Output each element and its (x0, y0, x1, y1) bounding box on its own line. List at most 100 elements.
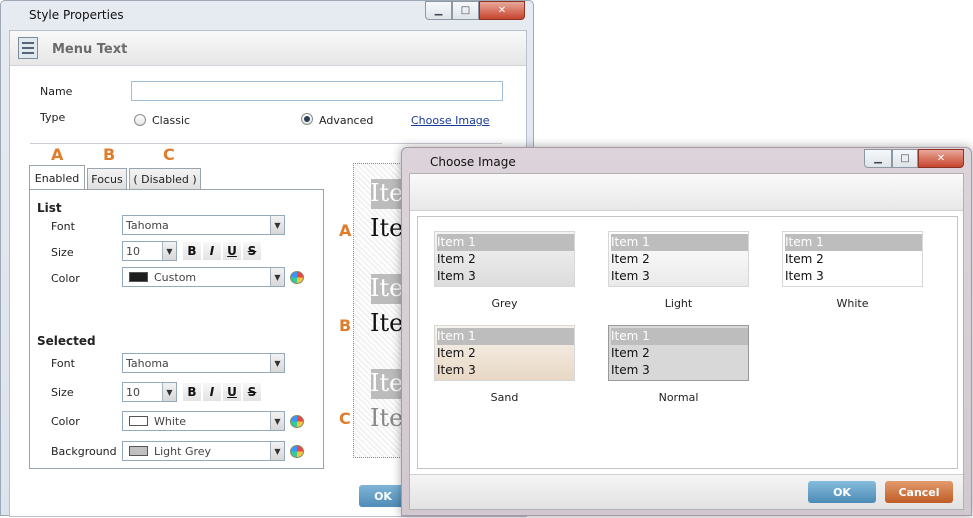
chevron-down-icon: ▼ (270, 268, 284, 286)
advanced-radio[interactable] (301, 113, 313, 125)
list-size-value: 10 (126, 245, 140, 258)
selected-background-value: Light Grey (154, 445, 212, 458)
list-font-dropdown[interactable]: Tahoma ▼ (122, 215, 285, 235)
choose-image-dialog: Choose Image ▁ □ ✕ Item 1 Item 2 Item 3 … (401, 147, 972, 516)
tab-disabled[interactable]: ( Disabled ) (129, 168, 201, 190)
theme-thumbnail-light[interactable]: Item 1 Item 2 Item 3 (608, 231, 749, 287)
list-item: Item 3 (611, 363, 650, 377)
theme-caption-grey: Grey (491, 297, 518, 310)
maximize-button[interactable]: □ (452, 1, 479, 20)
selected-italic-button[interactable]: I (203, 383, 221, 401)
theme-caption-light: Light (664, 297, 693, 310)
window-title: Style Properties (29, 8, 124, 22)
selected-font-label: Font (51, 357, 75, 370)
advanced-radio-label: Advanced (319, 114, 374, 127)
choose-image-link[interactable]: Choose Image (411, 114, 490, 127)
color-palette-icon[interactable] (290, 415, 304, 428)
list-size-dropdown[interactable]: 10 ▼ (122, 241, 177, 261)
list-strike-button[interactable]: S (243, 242, 261, 260)
close-icon: ✕ (936, 153, 946, 164)
selected-size-dropdown[interactable]: 10 ▼ (122, 382, 177, 402)
dialog-cancel-button[interactable]: Cancel (885, 481, 953, 503)
preview-text-b2: Ite (370, 309, 404, 337)
dialog-header-bar (410, 174, 963, 211)
selected-bold-button[interactable]: B (183, 383, 201, 401)
list-item: Item 1 (437, 328, 574, 345)
tab-enabled[interactable]: Enabled (29, 165, 85, 190)
chevron-down-icon: ▼ (162, 242, 176, 260)
theme-caption-sand: Sand (490, 391, 519, 404)
list-color-swatch (129, 272, 148, 282)
dialog-footer: OK Cancel (410, 474, 963, 509)
preview-label-c: C (339, 409, 351, 428)
selected-size-value: 10 (126, 386, 140, 399)
selected-font-dropdown[interactable]: Tahoma ▼ (122, 353, 285, 373)
maximize-icon: □ (900, 153, 910, 164)
theme-thumbnail-normal[interactable]: Item 1 Item 2 Item 3 (608, 325, 749, 381)
list-item: Item 2 (437, 346, 476, 360)
list-item: Item 1 (611, 234, 748, 251)
theme-thumbnail-sand[interactable]: Item 1 Item 2 Item 3 (434, 325, 575, 381)
header-title: Menu Text (52, 42, 128, 57)
state-letter-c: C (163, 145, 175, 164)
selected-color-swatch (129, 416, 148, 426)
dialog-close-button[interactable]: ✕ (918, 149, 964, 168)
list-item: Item 2 (785, 252, 824, 266)
list-item: Item 1 (611, 328, 748, 345)
preview-text-c2: Ite (370, 404, 404, 432)
theme-caption-normal: Normal (658, 391, 699, 404)
dialog-window-controls: ▁ □ ✕ (864, 149, 964, 168)
selected-color-dropdown[interactable]: White ▼ (122, 411, 285, 431)
header-bar: Menu Text (10, 31, 526, 66)
dialog-maximize-button[interactable]: □ (892, 149, 918, 168)
dialog-ok-button[interactable]: OK (808, 481, 876, 503)
theme-thumbnail-white[interactable]: Item 1 Item 2 Item 3 (782, 231, 923, 287)
selected-font-value: Tahoma (126, 357, 169, 370)
list-item: Item 1 (785, 234, 922, 251)
chevron-down-icon: ▼ (270, 412, 284, 430)
preview-label-b: B (339, 316, 352, 335)
selected-size-label: Size (51, 386, 74, 399)
preview-text-a2: Ite (370, 214, 404, 242)
state-letter-a: A (51, 145, 64, 164)
tab-focus[interactable]: Focus (87, 168, 127, 190)
theme-grid: Item 1 Item 2 Item 3 Grey Item 1 Item 2 … (417, 216, 958, 469)
list-color-value: Custom (154, 271, 197, 284)
color-palette-icon[interactable] (290, 445, 304, 458)
state-letter-b: B (103, 145, 116, 164)
close-icon: ✕ (497, 5, 507, 16)
dialog-minimize-button[interactable]: ▁ (864, 149, 892, 168)
selected-background-swatch (129, 446, 148, 456)
list-font-value: Tahoma (126, 219, 169, 232)
selected-strike-button[interactable]: S (243, 383, 261, 401)
list-italic-button[interactable]: I (203, 242, 221, 260)
selected-underline-button[interactable]: U (223, 383, 241, 401)
list-color-dropdown[interactable]: Custom ▼ (122, 267, 285, 287)
preview-text-a1: Ite (370, 179, 404, 207)
ok-button[interactable]: OK (359, 485, 407, 507)
classic-radio[interactable] (134, 114, 146, 126)
close-button[interactable]: ✕ (479, 1, 525, 20)
name-label: Name (40, 85, 73, 98)
window-controls: ▁ □ ✕ (425, 1, 525, 20)
list-item: Item 3 (785, 269, 824, 283)
selected-background-dropdown[interactable]: Light Grey ▼ (122, 441, 285, 461)
list-item: Item 2 (611, 346, 650, 360)
color-palette-icon[interactable] (290, 271, 304, 284)
dialog-title: Choose Image (430, 155, 516, 169)
name-input[interactable] (131, 81, 503, 101)
theme-thumbnail-grey[interactable]: Item 1 Item 2 Item 3 (434, 231, 575, 287)
list-section-title: List (37, 201, 62, 215)
chevron-down-icon: ▼ (270, 442, 284, 460)
selected-color-label: Color (51, 415, 80, 428)
minimize-button[interactable]: ▁ (425, 1, 452, 20)
preview-text-c1: Ite (370, 369, 404, 397)
list-bold-button[interactable]: B (183, 242, 201, 260)
chevron-down-icon: ▼ (270, 354, 284, 372)
style-preview-panel: Ite Ite Ite Ite Ite Ite (353, 163, 408, 458)
tab-panel-enabled: List Font Tahoma ▼ Size 10 ▼ B I U S Col… (29, 189, 324, 469)
minimize-icon: ▁ (874, 153, 882, 164)
selected-background-label: Background (51, 445, 117, 458)
list-underline-button[interactable]: U (223, 242, 241, 260)
list-item: Item 3 (437, 363, 476, 377)
